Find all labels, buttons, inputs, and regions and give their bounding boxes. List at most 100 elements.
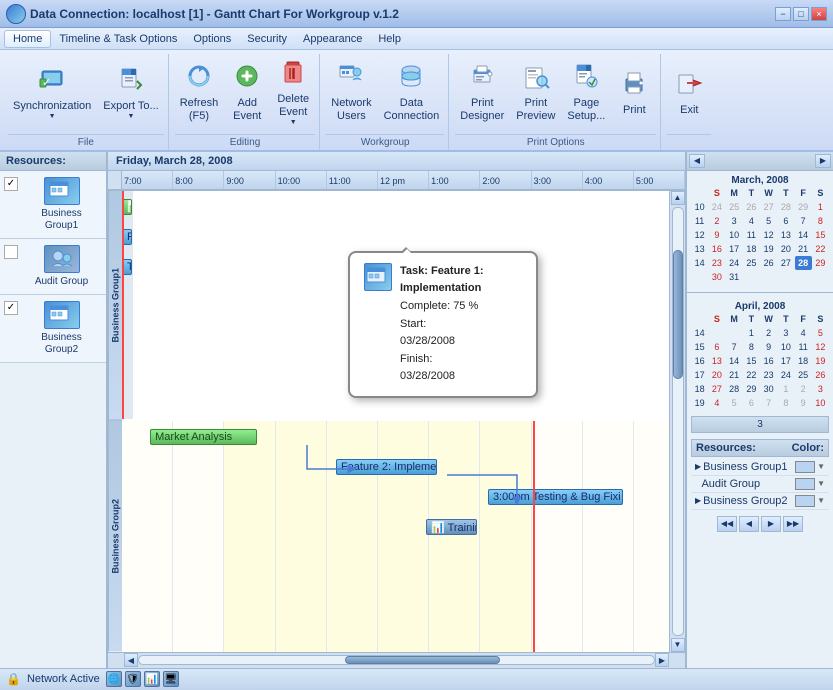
menu-item-home[interactable]: Home <box>4 30 51 48</box>
cal-day[interactable] <box>795 270 812 284</box>
network-users-button[interactable]: NetworkUsers <box>326 54 376 132</box>
cal-day[interactable]: 26 <box>743 200 760 214</box>
h-scroll-track[interactable] <box>138 655 655 665</box>
cal-day[interactable]: 6 <box>777 214 794 228</box>
cal-apr-day[interactable]: 10 <box>812 396 829 410</box>
cal-apr-day[interactable]: 4 <box>708 396 725 410</box>
legend-item-group2[interactable]: ▶ Business Group2 ▼ <box>691 493 829 510</box>
cal-day[interactable]: 24 <box>726 256 743 270</box>
menu-item-help[interactable]: Help <box>370 31 409 47</box>
cal-day[interactable] <box>777 270 794 284</box>
cal-apr-day[interactable]: 1 <box>777 382 794 396</box>
maximize-button[interactable]: □ <box>793 7 809 21</box>
cal-apr-day[interactable]: 22 <box>743 368 760 382</box>
cal-apr-day[interactable]: 7 <box>726 340 743 354</box>
cal-apr-day[interactable]: 15 <box>743 354 760 368</box>
cal-day[interactable] <box>760 270 777 284</box>
cal-day[interactable]: 4 <box>743 214 760 228</box>
cal-apr-day[interactable]: 6 <box>708 340 725 354</box>
cal-apr-day[interactable]: 29 <box>743 382 760 396</box>
delete-event-button[interactable]: DeleteEvent ▼ <box>271 54 315 132</box>
cal-apr-day[interactable]: 17 <box>777 354 794 368</box>
cal-day[interactable]: 21 <box>795 242 812 256</box>
cal-apr-day[interactable]: 12 <box>812 340 829 354</box>
cal-apr-day[interactable]: 16 <box>760 354 777 368</box>
cal-apr-day[interactable]: 9 <box>760 340 777 354</box>
cal-prev-button[interactable]: ◀ <box>689 154 705 168</box>
cal-day[interactable]: 22 <box>812 242 829 256</box>
scroll-track[interactable] <box>672 207 684 636</box>
cal-apr-day[interactable]: 8 <box>777 396 794 410</box>
cal-day[interactable]: 20 <box>777 242 794 256</box>
scroll-left-button[interactable]: ◀ <box>124 653 138 667</box>
cal-apr-day[interactable]: 9 <box>795 396 812 410</box>
print-designer-button[interactable]: PrintDesigner <box>455 54 509 132</box>
cal-apr-day[interactable]: 1 <box>743 326 760 340</box>
cal-apr-day[interactable]: 28 <box>726 382 743 396</box>
horizontal-scrollbar[interactable]: ◀ ▶ <box>108 652 685 668</box>
cal-apr-day[interactable] <box>726 326 743 340</box>
cal-apr-day[interactable]: 7 <box>760 396 777 410</box>
cal-apr-day[interactable]: 26 <box>812 368 829 382</box>
cal-day[interactable]: 29 <box>795 200 812 214</box>
cal-day[interactable]: 9 <box>708 228 725 242</box>
menu-item-timeline[interactable]: Timeline & Task Options <box>51 31 185 47</box>
cal-nav-prev[interactable]: ◀ <box>739 516 759 532</box>
cal-day[interactable]: 24 <box>708 200 725 214</box>
resource-checkbox-group2[interactable]: ✓ <box>4 301 18 315</box>
cal-apr-day[interactable]: 3 <box>777 326 794 340</box>
cal-day[interactable]: 10 <box>726 228 743 242</box>
close-button[interactable]: × <box>811 7 827 21</box>
cal-apr-day[interactable]: 19 <box>812 354 829 368</box>
cal-day[interactable]: 26 <box>760 256 777 270</box>
add-event-button[interactable]: AddEvent <box>225 54 269 132</box>
cal-day[interactable]: 15 <box>812 228 829 242</box>
exit-button[interactable]: Exit <box>667 54 711 132</box>
cal-day[interactable] <box>812 270 829 284</box>
h-scroll-thumb[interactable] <box>345 656 500 664</box>
print-button[interactable]: Print <box>612 54 656 132</box>
cal-apr-day[interactable]: 2 <box>795 382 812 396</box>
cal-day[interactable]: 1 <box>812 200 829 214</box>
cal-apr-day[interactable]: 5 <box>726 396 743 410</box>
cal-apr-day[interactable]: 30 <box>760 382 777 396</box>
legend-item-group1[interactable]: ▶ Business Group1 ▼ <box>691 459 829 476</box>
resource-checkbox-audit[interactable] <box>4 245 18 259</box>
cal-apr-day[interactable]: 23 <box>760 368 777 382</box>
cal-apr-day[interactable]: 8 <box>743 340 760 354</box>
cal-apr-day[interactable]: 6 <box>743 396 760 410</box>
cal-apr-day[interactable]: 2 <box>760 326 777 340</box>
refresh-button[interactable]: Refresh(F5) <box>175 54 224 132</box>
cal-apr-day[interactable]: 10 <box>777 340 794 354</box>
cal-apr-day[interactable]: 21 <box>726 368 743 382</box>
cal-day[interactable]: 7 <box>795 214 812 228</box>
scroll-right-button[interactable]: ▶ <box>655 653 669 667</box>
resource-item-audit[interactable]: Audit Group <box>0 239 106 295</box>
cal-day[interactable] <box>743 270 760 284</box>
cal-day[interactable]: 19 <box>760 242 777 256</box>
cal-day[interactable]: 25 <box>743 256 760 270</box>
menu-item-security[interactable]: Security <box>239 31 295 47</box>
legend-dropdown-audit[interactable]: ▼ <box>817 479 825 488</box>
vertical-scrollbar[interactable]: ▲ ▼ <box>669 191 685 652</box>
cal-today[interactable]: 28 <box>795 256 812 270</box>
resource-item-group2[interactable]: ✓ BusinessGroup2 <box>0 295 106 363</box>
cal-nav-next[interactable]: ▶ <box>761 516 781 532</box>
status-icon-2[interactable]: 🛡 <box>125 671 141 687</box>
cal-nav-last[interactable]: ▶▶ <box>783 516 803 532</box>
resource-checkbox-group1[interactable]: ✓ <box>4 177 18 191</box>
cal-day[interactable]: 11 <box>743 228 760 242</box>
gantt-bar-testing2[interactable]: 3:00pm Testing & Bug Fixi <box>488 489 623 505</box>
menu-item-options[interactable]: Options <box>185 31 239 47</box>
cal-day[interactable]: 27 <box>777 256 794 270</box>
cal-day[interactable]: 16 <box>708 242 725 256</box>
cal-day[interactable]: 23 <box>708 256 725 270</box>
cal-day[interactable]: 5 <box>760 214 777 228</box>
scroll-up-button[interactable]: ▲ <box>671 191 685 205</box>
legend-dropdown-group1[interactable]: ▼ <box>817 462 825 471</box>
legend-dropdown-group2[interactable]: ▼ <box>817 496 825 505</box>
cal-apr-day[interactable]: 5 <box>812 326 829 340</box>
cal-apr-day[interactable]: 4 <box>795 326 812 340</box>
cal-day[interactable]: 12 <box>760 228 777 242</box>
gantt-bar-training[interactable]: 📊 Training <box>426 519 477 535</box>
